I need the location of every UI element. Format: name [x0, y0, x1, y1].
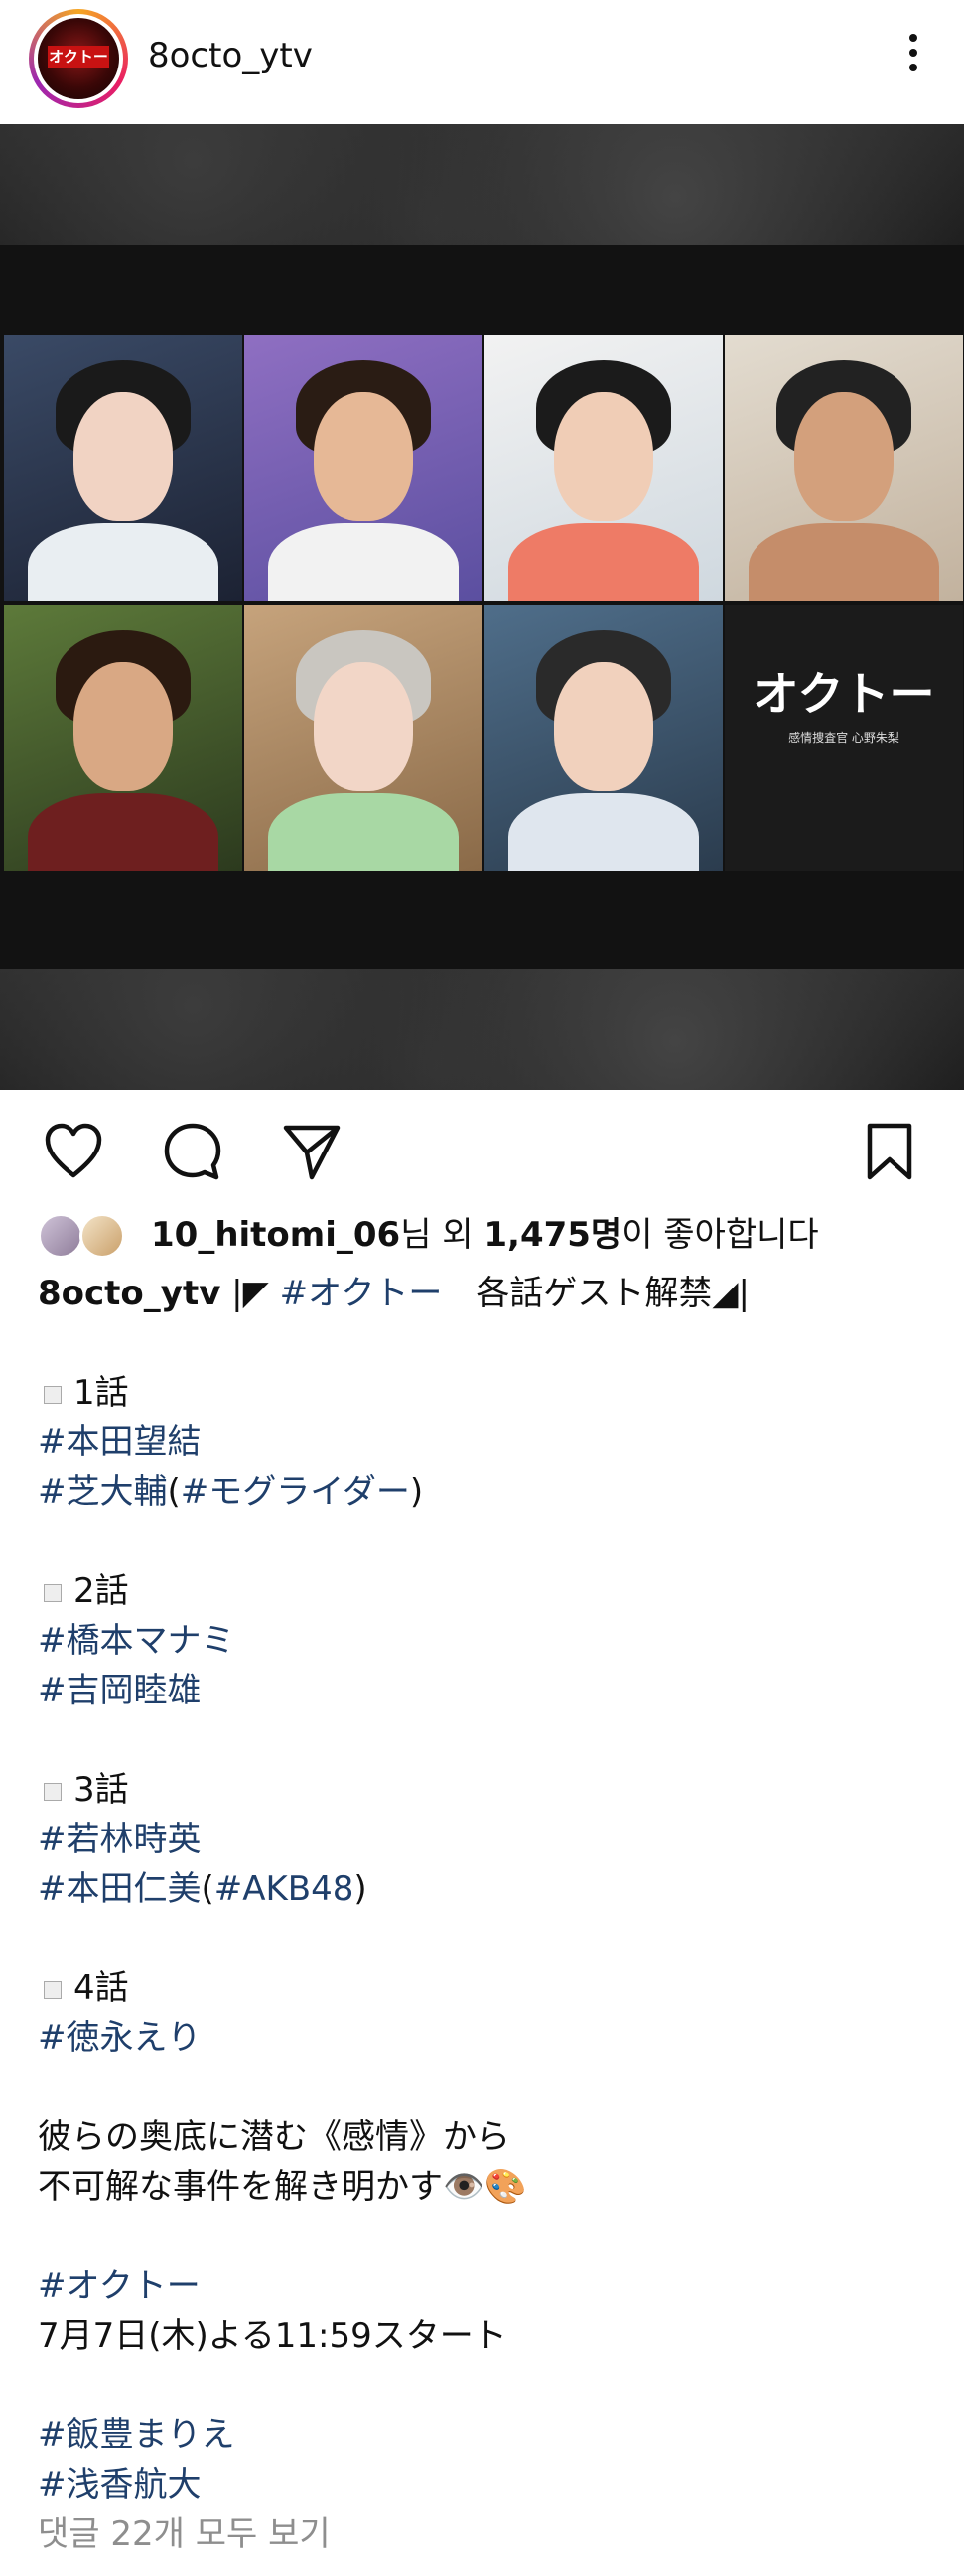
- stone-texture: [0, 969, 964, 1090]
- hashtag-link[interactable]: #浅香航大: [38, 2465, 202, 2505]
- show-title-card: オクトー 感情捜査官 心野朱梨: [725, 605, 963, 871]
- checkbox-icon: [44, 1980, 62, 1999]
- hashtag-link[interactable]: #本田望結: [38, 1423, 202, 1462]
- comment-bubble-icon[interactable]: [161, 1120, 224, 1183]
- stone-texture: [0, 124, 964, 245]
- likes-row: 10_hitomi_06님 외 1,475명이 좋아합니다: [0, 1209, 964, 1269]
- view-all-comments-link[interactable]: 댓글 22개 모두 보기: [0, 2509, 964, 2559]
- liker-avatar[interactable]: [79, 1213, 125, 1259]
- hashtag-link[interactable]: #オクトー: [280, 1274, 443, 1313]
- hashtag-link[interactable]: #吉岡睦雄: [38, 1671, 202, 1710]
- liker-avatar[interactable]: [38, 1213, 83, 1259]
- cast-photo-grid: オクトー 感情捜査官 心野朱梨: [4, 335, 963, 871]
- likes-summary[interactable]: 10_hitomi_06님 외 1,475명이 좋아합니다: [151, 1213, 819, 1257]
- caption-username[interactable]: 8octo_ytv: [38, 1274, 220, 1313]
- cast-photo: [484, 335, 723, 601]
- episode-heading: 3話: [38, 1765, 964, 1815]
- like-heart-icon[interactable]: [42, 1120, 105, 1183]
- show-subtitle: 感情捜査官 心野朱梨: [788, 731, 899, 745]
- share-send-icon[interactable]: [280, 1120, 344, 1183]
- post-header: オクトー 8octo_ytv: [0, 0, 964, 124]
- cast-photo: [4, 605, 242, 871]
- hashtag-link[interactable]: #モグライダー: [181, 1472, 410, 1512]
- hashtag-link[interactable]: #飯豊まりえ: [38, 2415, 235, 2455]
- episode-heading: 1話: [38, 1368, 964, 1418]
- post-actions: [0, 1090, 964, 1209]
- cast-photo: [4, 335, 242, 601]
- likes-count: 1,475명: [483, 1215, 622, 1255]
- checkbox-icon: [44, 1385, 62, 1404]
- show-title: オクトー: [753, 667, 935, 721]
- liker-username[interactable]: 10_hitomi_06: [151, 1215, 400, 1255]
- caption-text: 彼らの奥底に潜む《感情》から: [38, 2117, 510, 2157]
- avatar[interactable]: オクトー: [29, 9, 128, 108]
- hashtag-link[interactable]: #橋本マナミ: [38, 1621, 235, 1661]
- cast-photo: [725, 335, 963, 601]
- checkbox-icon: [44, 1583, 62, 1602]
- cast-photo: [484, 605, 723, 871]
- more-options-icon[interactable]: [907, 34, 919, 81]
- hashtag-link[interactable]: #AKB48: [214, 1869, 354, 1909]
- hashtag-link[interactable]: #徳永えり: [38, 2018, 202, 2058]
- caption-intro: 8octo_ytv |◤ #オクトー 各話ゲスト解禁◢|: [38, 1274, 751, 1313]
- save-bookmark-icon[interactable]: [858, 1120, 921, 1183]
- hashtag-link[interactable]: #芝大輔: [38, 1472, 168, 1512]
- post-caption: 8octo_ytv |◤ #オクトー 各話ゲスト解禁◢| 1話 #本田望結 #芝…: [0, 1269, 964, 2509]
- avatar-logo: オクトー: [48, 46, 109, 68]
- cast-photo: [244, 605, 482, 871]
- hashtag-link[interactable]: #若林時英: [38, 1820, 202, 1859]
- cast-photo: [244, 335, 482, 601]
- checkbox-icon: [44, 1782, 62, 1801]
- caption-text: 不可解な事件を解き明かす👁️🎨: [38, 2167, 527, 2207]
- hashtag-link[interactable]: #オクトー: [38, 2266, 201, 2306]
- hashtag-link[interactable]: #本田仁美: [38, 1869, 202, 1909]
- username[interactable]: 8octo_ytv: [148, 34, 313, 77]
- post-image[interactable]: オクトー 感情捜査官 心野朱梨: [0, 124, 964, 1090]
- episode-heading: 4話: [38, 1964, 964, 2013]
- caption-text: 7月7日(木)よる11:59スタート: [38, 2316, 507, 2356]
- episode-heading: 2話: [38, 1566, 964, 1616]
